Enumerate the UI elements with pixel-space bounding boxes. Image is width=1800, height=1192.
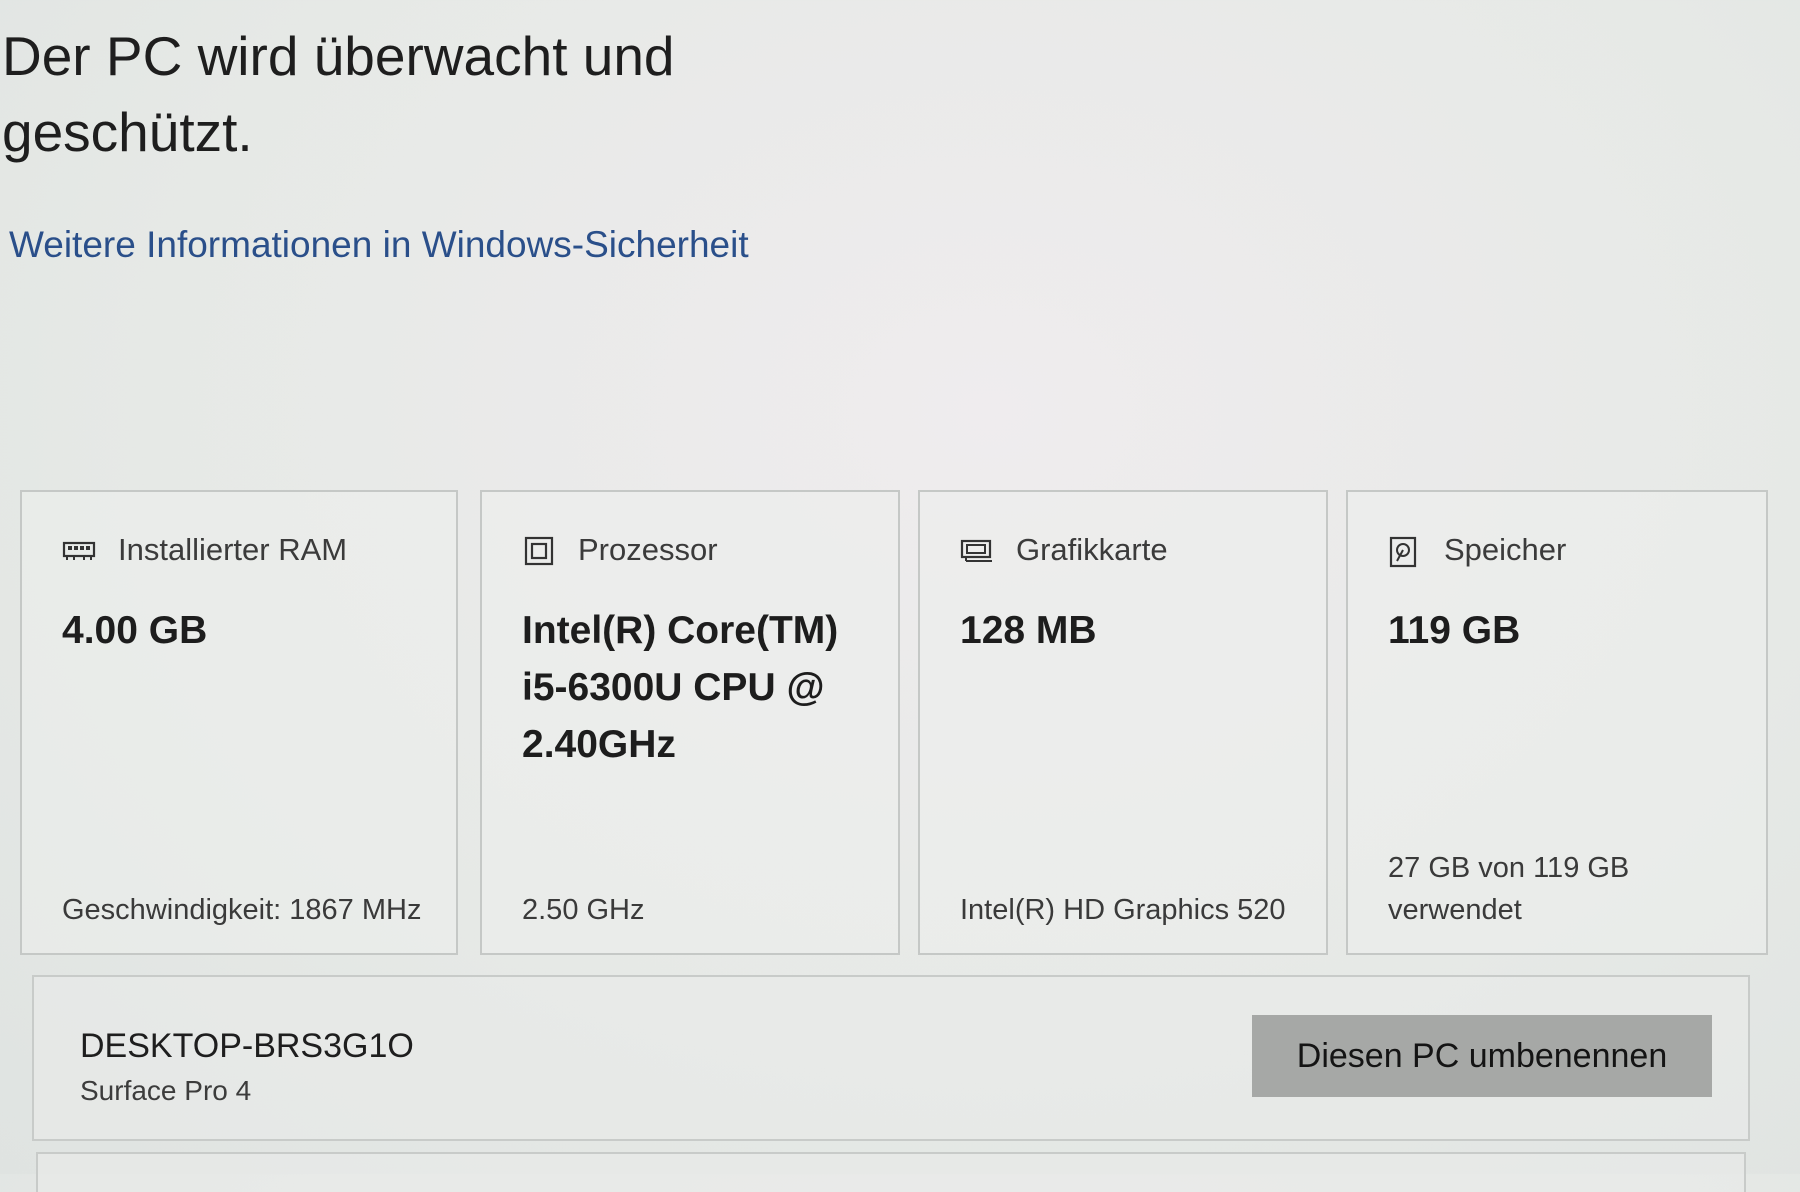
card-label: Prozessor	[578, 532, 718, 567]
hardware-cards: Installierter RAM 4.00 GB Geschwindigkei…	[20, 490, 1768, 955]
security-status-headline: Der PC wird überwacht und geschützt.	[2, 25, 675, 163]
card-storage: Speicher 119 GB 27 GB von 119 GB verwend…	[1346, 490, 1768, 955]
ram-icon	[62, 536, 96, 564]
card-graphics: Grafikkarte 128 MB Intel(R) HD Graphics …	[918, 490, 1328, 955]
device-name-panel: DESKTOP-BRS3G1O Surface Pro 4 Diesen PC …	[32, 975, 1750, 1141]
rename-pc-button[interactable]: Diesen PC umbenennen	[1252, 1015, 1712, 1097]
card-value: 119 GB	[1388, 609, 1521, 652]
processor-icon	[522, 536, 556, 566]
card-detail: Geschwindigkeit: 1867 MHz	[62, 894, 422, 926]
windows-security-link[interactable]: Weitere Informationen in Windows-Sicherh…	[9, 224, 749, 266]
card-installed-ram: Installierter RAM 4.00 GB Geschwindigkei…	[20, 490, 458, 955]
card-value: 128 MB	[960, 609, 1097, 652]
device-name: DESKTOP-BRS3G1O	[80, 1027, 414, 1065]
card-detail: 27 GB von 119 GB verwendet	[1388, 852, 1630, 926]
graphics-card-icon	[960, 536, 994, 564]
card-label: Installierter RAM	[118, 532, 348, 567]
card-detail: Intel(R) HD Graphics 520	[960, 894, 1286, 926]
card-processor: Prozessor Intel(R) Core(TM) i5-6300U CPU…	[480, 490, 900, 955]
device-model: Surface Pro 4	[80, 1075, 252, 1106]
card-detail: 2.50 GHz	[522, 894, 645, 926]
storage-icon	[1388, 536, 1422, 568]
card-label: Speicher	[1444, 532, 1567, 567]
card-value: Intel(R) Core(TM) i5-6300U CPU @ 2.40GHz	[522, 609, 839, 766]
card-value: 4.00 GB	[62, 609, 208, 652]
card-label: Grafikkarte	[1016, 532, 1168, 567]
next-section-panel	[36, 1152, 1746, 1192]
